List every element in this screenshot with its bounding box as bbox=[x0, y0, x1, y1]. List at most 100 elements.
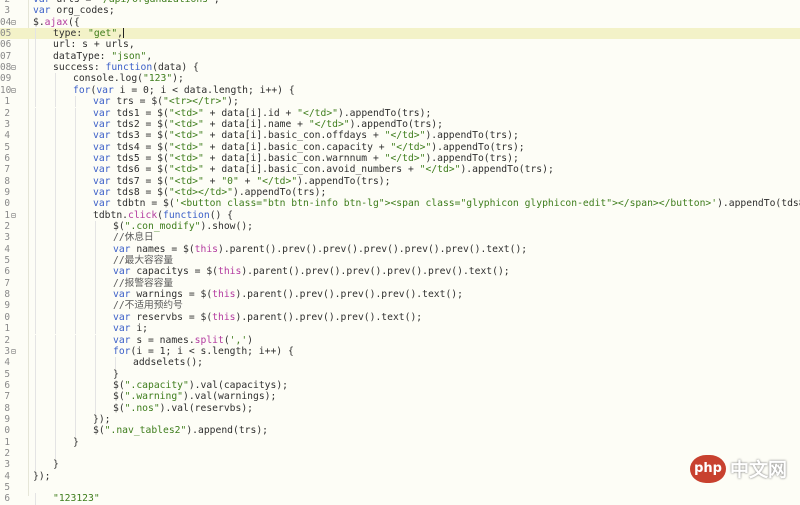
indent-guide bbox=[35, 311, 36, 324]
indent-guide bbox=[95, 277, 96, 290]
code-text: } bbox=[53, 459, 59, 471]
line-number: 4 bbox=[4, 243, 10, 255]
indent-guide bbox=[55, 334, 56, 346]
indent-guide bbox=[75, 198, 76, 210]
line-number: 2 bbox=[4, 334, 10, 346]
indent-guide bbox=[35, 459, 36, 471]
code-line[interactable]: 08 ⊟ success: function(data) { bbox=[0, 62, 800, 74]
code-line[interactable]: 8 var warnings = $(this).parent().prev().… bbox=[0, 289, 800, 301]
line-number: 3 bbox=[4, 459, 10, 471]
indent-guide bbox=[95, 323, 96, 335]
indent-guide bbox=[35, 73, 36, 85]
code-line[interactable]: 2 var s = names.split(',') bbox=[0, 334, 800, 346]
indent-guide bbox=[75, 186, 76, 199]
code-text: $(".nav_tables2").append(trs); bbox=[93, 425, 268, 437]
code-line[interactable]: 05 type: "get", bbox=[0, 28, 800, 40]
code-line[interactable]: 1} bbox=[0, 436, 800, 448]
code-line[interactable]: 9 var tds8 = $("<td></td>").appendTo(trs)… bbox=[0, 186, 800, 199]
indent-guide bbox=[75, 277, 76, 290]
line-number: 6 bbox=[4, 493, 10, 505]
code-text: addselets(); bbox=[133, 357, 203, 369]
code-text: "123123" bbox=[53, 493, 100, 505]
code-line[interactable]: 04 ⊟ $.ajax({ bbox=[0, 17, 800, 28]
indent-guide bbox=[35, 209, 36, 221]
code-text: var names = $(this).parent().prev().prev… bbox=[113, 243, 528, 255]
code-line[interactable]: 2 var tds1 = $("<td>" + data[i].id + "</t… bbox=[0, 107, 800, 119]
code-line[interactable]: 7 var tds6 = $("<td>" + data[i].basic_con… bbox=[0, 164, 800, 176]
code-text: var tds4 = $("<td>" + data[i].basic_con.… bbox=[93, 141, 525, 153]
code-line[interactable]: 7 $(".warning").val(warnings); bbox=[0, 391, 800, 403]
indent-guide bbox=[55, 413, 56, 426]
line-number: 5 bbox=[4, 368, 10, 380]
indent-guide bbox=[35, 300, 36, 312]
code-line[interactable]: 0 $(".nav_tables2").append(trs); bbox=[0, 425, 800, 437]
indent-guide bbox=[55, 175, 56, 187]
indent-guide bbox=[35, 323, 36, 335]
indent-guide bbox=[75, 118, 76, 131]
line-number: 3 bbox=[4, 232, 10, 244]
code-line[interactable]: 4 addselets(); bbox=[0, 357, 800, 369]
code-text: //不适用预约号 bbox=[113, 300, 183, 312]
code-line[interactable]: 2 $(".con_modify").show(); bbox=[0, 221, 800, 233]
code-line[interactable]: 6 var capacitys = $(this).parent().prev()… bbox=[0, 266, 800, 278]
code-line[interactable]: 9}); bbox=[0, 413, 800, 426]
fold-toggle-icon[interactable]: ⊟ bbox=[11, 211, 16, 220]
code-line[interactable]: 4 var names = $(this).parent().prev().pre… bbox=[0, 243, 800, 256]
code-text: var reservbs = $(this).parent().prev().p… bbox=[113, 311, 423, 323]
code-line[interactable]: 1 var trs = $("<tr></tr>"); bbox=[0, 96, 800, 108]
line-number: 6 bbox=[4, 379, 10, 391]
indent-guide bbox=[95, 255, 96, 267]
code-line[interactable]: 3 var tds2 = $("<td>" + data[i].name + "<… bbox=[0, 118, 800, 131]
indent-guide bbox=[75, 209, 76, 221]
code-line[interactable]: 4 var tds3 = $("<td>" + data[i].basic_con… bbox=[0, 130, 800, 142]
code-line[interactable]: 4}); bbox=[0, 471, 800, 482]
code-line[interactable]: 1 ⊟ tdbtn.click(function() { bbox=[0, 209, 800, 221]
indent-guide bbox=[55, 186, 56, 199]
code-line[interactable]: 5 var tds4 = $("<td>" + data[i].basic_con… bbox=[0, 141, 800, 153]
code-line[interactable]: 10 ⊟ for(var i = 0; i < data.length; i++) … bbox=[0, 84, 800, 97]
line-number: 0 bbox=[4, 311, 10, 323]
code-line[interactable]: 8 var tds7 = $("<td>" + "0" + "</td>").ap… bbox=[0, 175, 800, 187]
code-line[interactable]: 8 $(".nos").val(reservbs); bbox=[0, 402, 800, 414]
indent-guide bbox=[35, 413, 36, 426]
indent-guide bbox=[55, 266, 56, 278]
code-text: //最大容容量 bbox=[113, 255, 174, 267]
code-line[interactable]: 0 var reservbs = $(this).parent().prev().… bbox=[0, 311, 800, 324]
code-line[interactable]: 0 var tdbtn = $('<button class="btn btn-i… bbox=[0, 198, 800, 210]
code-line[interactable]: 3 var org_codes; bbox=[0, 5, 800, 16]
code-line[interactable]: 9 //不适用预约号 bbox=[0, 300, 800, 312]
code-text: var i; bbox=[113, 323, 148, 335]
indent-guide bbox=[75, 368, 76, 380]
indent-guide bbox=[35, 84, 36, 97]
indent-guide bbox=[35, 493, 36, 505]
fold-toggle-icon[interactable]: ⊟ bbox=[11, 86, 16, 95]
fold-toggle-icon[interactable]: ⊟ bbox=[11, 18, 16, 27]
indent-guide bbox=[55, 84, 56, 97]
indent-guide bbox=[35, 448, 36, 460]
code-line[interactable]: 09 console.log("123"); bbox=[0, 73, 800, 85]
code-line[interactable]: 06 url: s + urls, bbox=[0, 39, 800, 51]
code-line[interactable]: 5 //最大容容量 bbox=[0, 255, 800, 267]
indent-guide bbox=[75, 266, 76, 278]
fold-toggle-icon[interactable]: ⊟ bbox=[11, 347, 16, 356]
code-line[interactable]: 5 bbox=[0, 482, 800, 493]
code-line[interactable]: 3 //休息日 bbox=[0, 232, 800, 244]
indent-guide bbox=[35, 107, 36, 119]
code-line[interactable]: 6 "123123" bbox=[0, 493, 800, 505]
code-line[interactable]: 07 dataType: "json", bbox=[0, 50, 800, 63]
code-line[interactable]: 6 $(".capacity").val(capacitys); bbox=[0, 379, 800, 392]
fold-toggle-icon[interactable]: ⊟ bbox=[11, 63, 16, 72]
indent-guide bbox=[35, 402, 36, 414]
code-line[interactable]: 3} bbox=[0, 459, 800, 471]
line-number: 09 bbox=[0, 73, 12, 85]
code-line[interactable]: 5} bbox=[0, 368, 800, 380]
code-line[interactable]: 1 var i; bbox=[0, 323, 800, 335]
code-line[interactable]: 2 bbox=[0, 448, 800, 460]
line-number: 06 bbox=[0, 39, 12, 51]
indent-guide bbox=[95, 391, 96, 403]
line-number: 9 bbox=[4, 300, 10, 312]
code-line[interactable]: 6 var tds5 = $("<td>" + data[i].basic_con… bbox=[0, 152, 800, 165]
indent-guide bbox=[95, 311, 96, 324]
code-line[interactable]: 7 //报警容容量 bbox=[0, 277, 800, 290]
code-line[interactable]: 3 ⊟ for(i = 1; i < s.length; i++) { bbox=[0, 345, 800, 358]
